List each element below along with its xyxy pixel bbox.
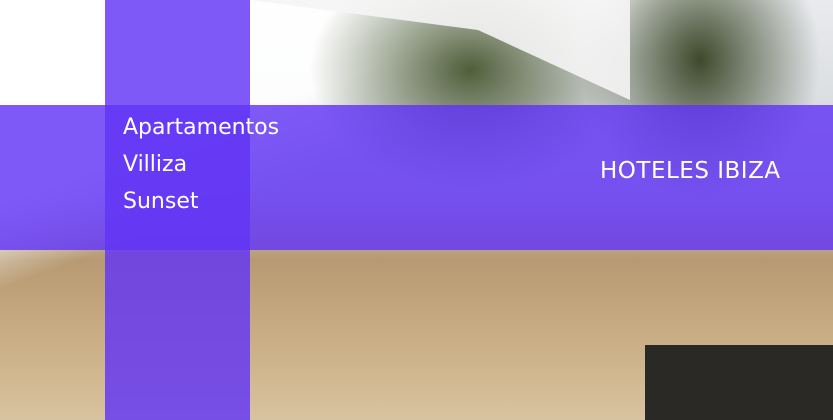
- white-corner: [0, 0, 105, 105]
- hotel-name-line: Apartamentos: [123, 115, 280, 140]
- planter: [645, 345, 833, 420]
- hotel-name-line: Sunset: [123, 189, 199, 214]
- brand-label: HOTELES IBIZA: [600, 158, 781, 184]
- hotel-name: Apartamentos Villiza Sunset: [123, 109, 279, 220]
- hotel-name-line: Villiza: [123, 152, 188, 177]
